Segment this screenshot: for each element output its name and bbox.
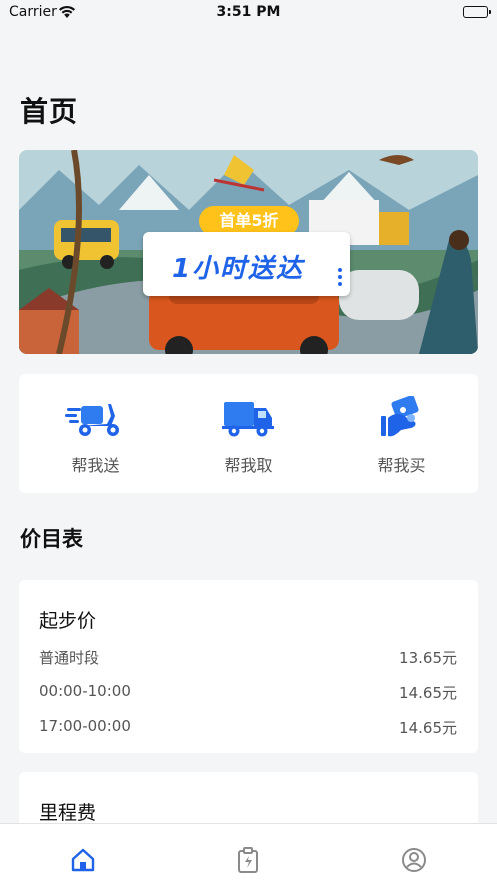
page-title: 首页 [20,95,79,128]
service-pickup-button[interactable]: 帮我取 [172,374,325,493]
promo-headline-box: 1小时送达 [143,232,350,296]
price-section-title: 价目表 [20,527,83,551]
orders-icon [238,847,258,873]
price-row-label: 00:00-10:00 [39,682,131,700]
service-panel: 帮我送 帮我取 帮我买 [19,374,478,493]
price-row-value: 13.65元 [399,649,457,667]
price-row-label: 17:00-00:00 [39,717,131,735]
shopping-hand-icon [381,396,419,437]
profile-icon [402,848,426,872]
scooter-delivery-icon [65,404,119,436]
tab-bar [0,823,497,884]
battery-icon [463,6,491,18]
truck-icon [222,402,274,437]
tab-home[interactable] [69,846,97,874]
service-send-button[interactable]: 帮我送 [19,374,172,493]
service-send-label: 帮我送 [71,456,120,475]
home-icon [71,848,95,872]
tab-profile[interactable] [400,846,428,874]
price-card-title: 起步价 [39,610,97,632]
status-time: 3:51 PM [216,4,281,20]
price-row-value: 14.65元 [399,719,457,737]
service-buy-button[interactable]: 帮我买 [325,374,478,493]
price-card-base: 起步价 普通时段 13.65元 00:00-10:00 14.65元 17:00… [19,580,478,753]
promo-headline: 1小时送达 [171,254,305,284]
price-row-label: 普通时段 [39,649,100,667]
service-pickup-label: 帮我取 [224,456,273,475]
more-dots-icon [338,268,343,289]
status-bar: Carrier 3:51 PM [0,0,497,28]
service-buy-label: 帮我买 [377,456,426,475]
price-row-value: 14.65元 [399,684,457,702]
tab-orders[interactable] [234,846,262,874]
price-card-title: 里程费 [39,802,97,824]
